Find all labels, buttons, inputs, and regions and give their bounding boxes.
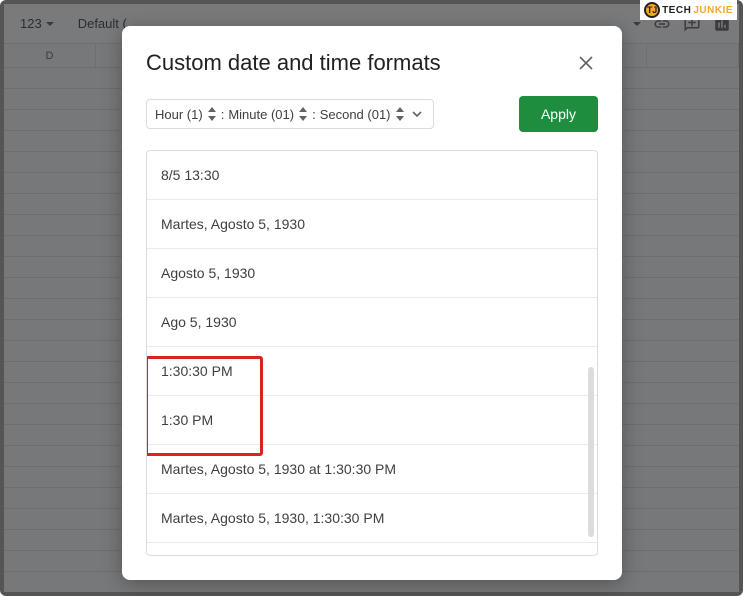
scrollbar-thumb[interactable] (588, 367, 594, 537)
format-option[interactable]: Martes, Agosto 5, 1930, 1:30:30 PM (147, 494, 597, 543)
separator: : (312, 107, 316, 122)
watermark-logo-icon: TJ (644, 2, 660, 18)
close-icon (578, 55, 594, 71)
updown-icon (395, 107, 405, 121)
format-option[interactable]: 8/5 13:30 (147, 151, 597, 200)
dialog-title: Custom date and time formats (146, 50, 441, 76)
minute-token[interactable]: Minute (01) (228, 107, 308, 122)
minute-token-label: Minute (01) (228, 107, 294, 122)
format-token-input[interactable]: Hour (1) : Minute (01) : Second (01) (146, 99, 434, 129)
updown-icon (298, 107, 308, 121)
format-option[interactable]: 1:30:30 PM (147, 347, 597, 396)
hour-token-label: Hour (1) (155, 107, 203, 122)
format-option[interactable]: Martes, Agosto 5, 1930 at 1:30:30 PM (147, 445, 597, 494)
format-option[interactable]: 1:30 PM (147, 396, 597, 445)
hour-token[interactable]: Hour (1) (155, 107, 217, 122)
second-token[interactable]: Second (01) (320, 107, 405, 122)
separator: : (221, 107, 225, 122)
format-list: 8/5 13:30 Martes, Agosto 5, 1930 Agosto … (146, 150, 598, 556)
second-token-label: Second (01) (320, 107, 391, 122)
dialog-header: Custom date and time formats (146, 50, 598, 76)
add-token-button[interactable] (409, 106, 425, 122)
chevron-down-icon (411, 108, 423, 120)
watermark-text-tech: TECH (662, 5, 691, 16)
custom-date-time-dialog: Custom date and time formats Hour (1) : … (122, 26, 622, 580)
watermark-text-junkie: JUNKIE (693, 5, 733, 16)
close-button[interactable] (574, 51, 598, 75)
format-option[interactable]: Ago 5, 1930 (147, 298, 597, 347)
apply-button[interactable]: Apply (519, 96, 598, 132)
watermark: TJ TECHJUNKIE (640, 0, 737, 20)
format-token-row: Hour (1) : Minute (01) : Second (01) App… (146, 96, 598, 132)
updown-icon (207, 107, 217, 121)
format-option[interactable]: Martes, Agosto 5, 1930 (147, 200, 597, 249)
format-option[interactable]: Agosto 5, 1930 (147, 249, 597, 298)
